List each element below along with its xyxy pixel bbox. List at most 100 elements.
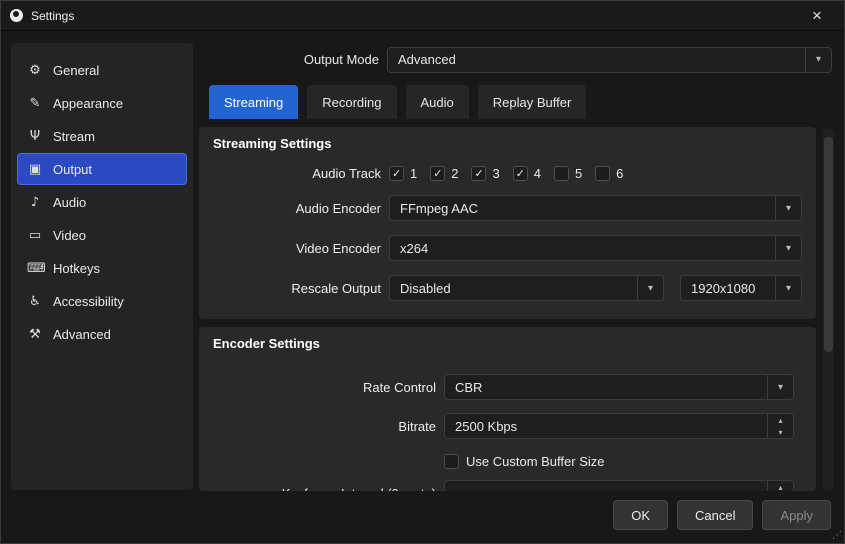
tab-replay-buffer[interactable]: Replay Buffer <box>478 85 587 119</box>
sidebar: ⚙ General ✎ Appearance Ψ Stream ▣ Output… <box>11 43 193 490</box>
apply-button[interactable]: Apply <box>762 500 831 530</box>
rescale-resolution-value: 1920x1080 <box>681 276 775 300</box>
audio-track-5-number: 5 <box>575 166 582 181</box>
audio-encoder-value: FFmpeg AAC <box>390 196 775 220</box>
audio-track-6-checkbox[interactable] <box>595 166 610 181</box>
sidebar-item-label: Stream <box>53 129 95 144</box>
sidebar-item-video[interactable]: ▭ Video <box>17 219 187 251</box>
custom-buffer-label: Use Custom Buffer Size <box>466 454 604 469</box>
rate-control-select[interactable]: CBR <box>444 374 794 400</box>
audio-track-5: 5 <box>554 166 582 181</box>
chevron-down-icon <box>775 196 801 220</box>
paintbrush-icon: ✎ <box>27 96 43 111</box>
sidebar-item-label: Hotkeys <box>53 261 100 276</box>
bitrate-stepper[interactable]: 2500 Kbps <box>444 413 794 439</box>
sidebar-item-general[interactable]: ⚙ General <box>17 54 187 86</box>
accessibility-icon: ♿ <box>27 294 43 309</box>
audio-track-2-number: 2 <box>451 166 458 181</box>
rate-control-value: CBR <box>445 375 767 399</box>
video-encoder-label: Video Encoder <box>213 241 381 256</box>
audio-track-6-number: 6 <box>616 166 623 181</box>
speaker-icon: ♪ <box>27 195 43 210</box>
audio-encoder-select[interactable]: FFmpeg AAC <box>389 195 802 221</box>
tab-label: Audio <box>421 95 454 110</box>
tab-label: Recording <box>322 95 381 110</box>
output-tabs: Streaming Recording Audio Replay Buffer <box>209 85 595 119</box>
audio-track-5-checkbox[interactable] <box>554 166 569 181</box>
obs-logo-icon <box>10 9 23 22</box>
output-mode-select[interactable]: Advanced <box>387 47 832 73</box>
tab-label: Streaming <box>224 95 283 110</box>
custom-buffer-checkbox-row[interactable]: Use Custom Buffer Size <box>444 454 604 469</box>
audio-track-1-checkbox[interactable] <box>389 166 404 181</box>
audio-track-row: Audio Track 1 2 3 <box>213 166 802 181</box>
sidebar-item-hotkeys[interactable]: ⌨ Hotkeys <box>17 252 187 284</box>
window-title: Settings <box>31 9 74 23</box>
audio-track-1: 1 <box>389 166 417 181</box>
chevron-down-icon[interactable] <box>768 426 793 438</box>
bitrate-label: Bitrate <box>213 419 436 434</box>
audio-track-4-checkbox[interactable] <box>513 166 528 181</box>
gear-icon: ⚙ <box>27 63 43 78</box>
audio-track-1-number: 1 <box>410 166 417 181</box>
audio-track-4: 4 <box>513 166 541 181</box>
tab-recording[interactable]: Recording <box>307 85 396 119</box>
scrollbar-thumb[interactable] <box>824 137 833 352</box>
streaming-settings-title: Streaming Settings <box>213 136 802 152</box>
settings-window: Settings × ⚙ General ✎ Appearance Ψ Stre… <box>0 0 845 544</box>
sidebar-item-accessibility[interactable]: ♿ Accessibility <box>17 285 187 317</box>
sidebar-item-label: Advanced <box>53 327 111 342</box>
custom-buffer-checkbox[interactable] <box>444 454 459 469</box>
sidebar-item-advanced[interactable]: ⚒ Advanced <box>17 318 187 350</box>
stepper-arrows <box>767 481 793 491</box>
audio-encoder-row: Audio Encoder FFmpeg AAC <box>213 195 802 221</box>
cancel-button[interactable]: Cancel <box>677 500 753 530</box>
footer: OK Cancel Apply <box>613 500 831 530</box>
display-icon: ▭ <box>27 228 43 243</box>
bitrate-row: Bitrate 2500 Kbps <box>213 413 802 439</box>
audio-track-3: 3 <box>471 166 499 181</box>
keyframe-interval-label: Keyframe Interval (0=auto) <box>213 486 436 492</box>
chevron-down-icon <box>805 48 831 72</box>
sidebar-item-audio[interactable]: ♪ Audio <box>17 186 187 218</box>
sidebar-item-label: Audio <box>53 195 86 210</box>
ok-button[interactable]: OK <box>613 500 668 530</box>
audio-track-label: Audio Track <box>213 166 381 181</box>
keyboard-icon: ⌨ <box>27 261 43 276</box>
sidebar-item-label: Video <box>53 228 86 243</box>
sidebar-item-label: General <box>53 63 99 78</box>
keyframe-interval-stepper[interactable] <box>444 480 794 491</box>
output-mode-row: Output Mode Advanced <box>199 46 832 73</box>
audio-track-3-checkbox[interactable] <box>471 166 486 181</box>
chevron-down-icon <box>775 236 801 260</box>
sidebar-item-appearance[interactable]: ✎ Appearance <box>17 87 187 119</box>
rescale-resolution-select[interactable]: 1920x1080 <box>680 275 802 301</box>
audio-track-4-number: 4 <box>534 166 541 181</box>
rescale-output-select[interactable]: Disabled <box>389 275 664 301</box>
custom-buffer-row: Use Custom Buffer Size <box>213 454 802 469</box>
sidebar-item-output[interactable]: ▣ Output <box>17 153 187 185</box>
sidebar-item-stream[interactable]: Ψ Stream <box>17 120 187 152</box>
titlebar[interactable]: Settings × <box>1 1 844 31</box>
chevron-up-icon[interactable] <box>768 414 793 426</box>
tab-label: Replay Buffer <box>493 95 572 110</box>
scrollbar[interactable] <box>823 129 834 491</box>
chevron-down-icon <box>775 276 801 300</box>
chevron-down-icon <box>637 276 663 300</box>
tab-audio[interactable]: Audio <box>406 85 469 119</box>
audio-track-6: 6 <box>595 166 623 181</box>
chevron-down-icon <box>767 375 793 399</box>
close-icon[interactable]: × <box>799 1 835 31</box>
output-mode-value: Advanced <box>388 48 805 72</box>
tools-icon: ⚒ <box>27 327 43 342</box>
output-mode-label: Output Mode <box>199 52 379 67</box>
encoder-settings-group: Encoder Settings Rate Control CBR Bitrat… <box>199 327 816 491</box>
audio-track-2-checkbox[interactable] <box>430 166 445 181</box>
keyframe-interval-value <box>445 481 767 491</box>
rescale-output-row: Rescale Output Disabled 1920x1080 <box>213 275 802 301</box>
audio-track-checkboxes: 1 2 3 4 5 <box>389 166 802 181</box>
resize-grip[interactable] <box>831 530 842 541</box>
tab-streaming[interactable]: Streaming <box>209 85 298 119</box>
chevron-up-icon[interactable] <box>768 481 793 491</box>
video-encoder-select[interactable]: x264 <box>389 235 802 261</box>
